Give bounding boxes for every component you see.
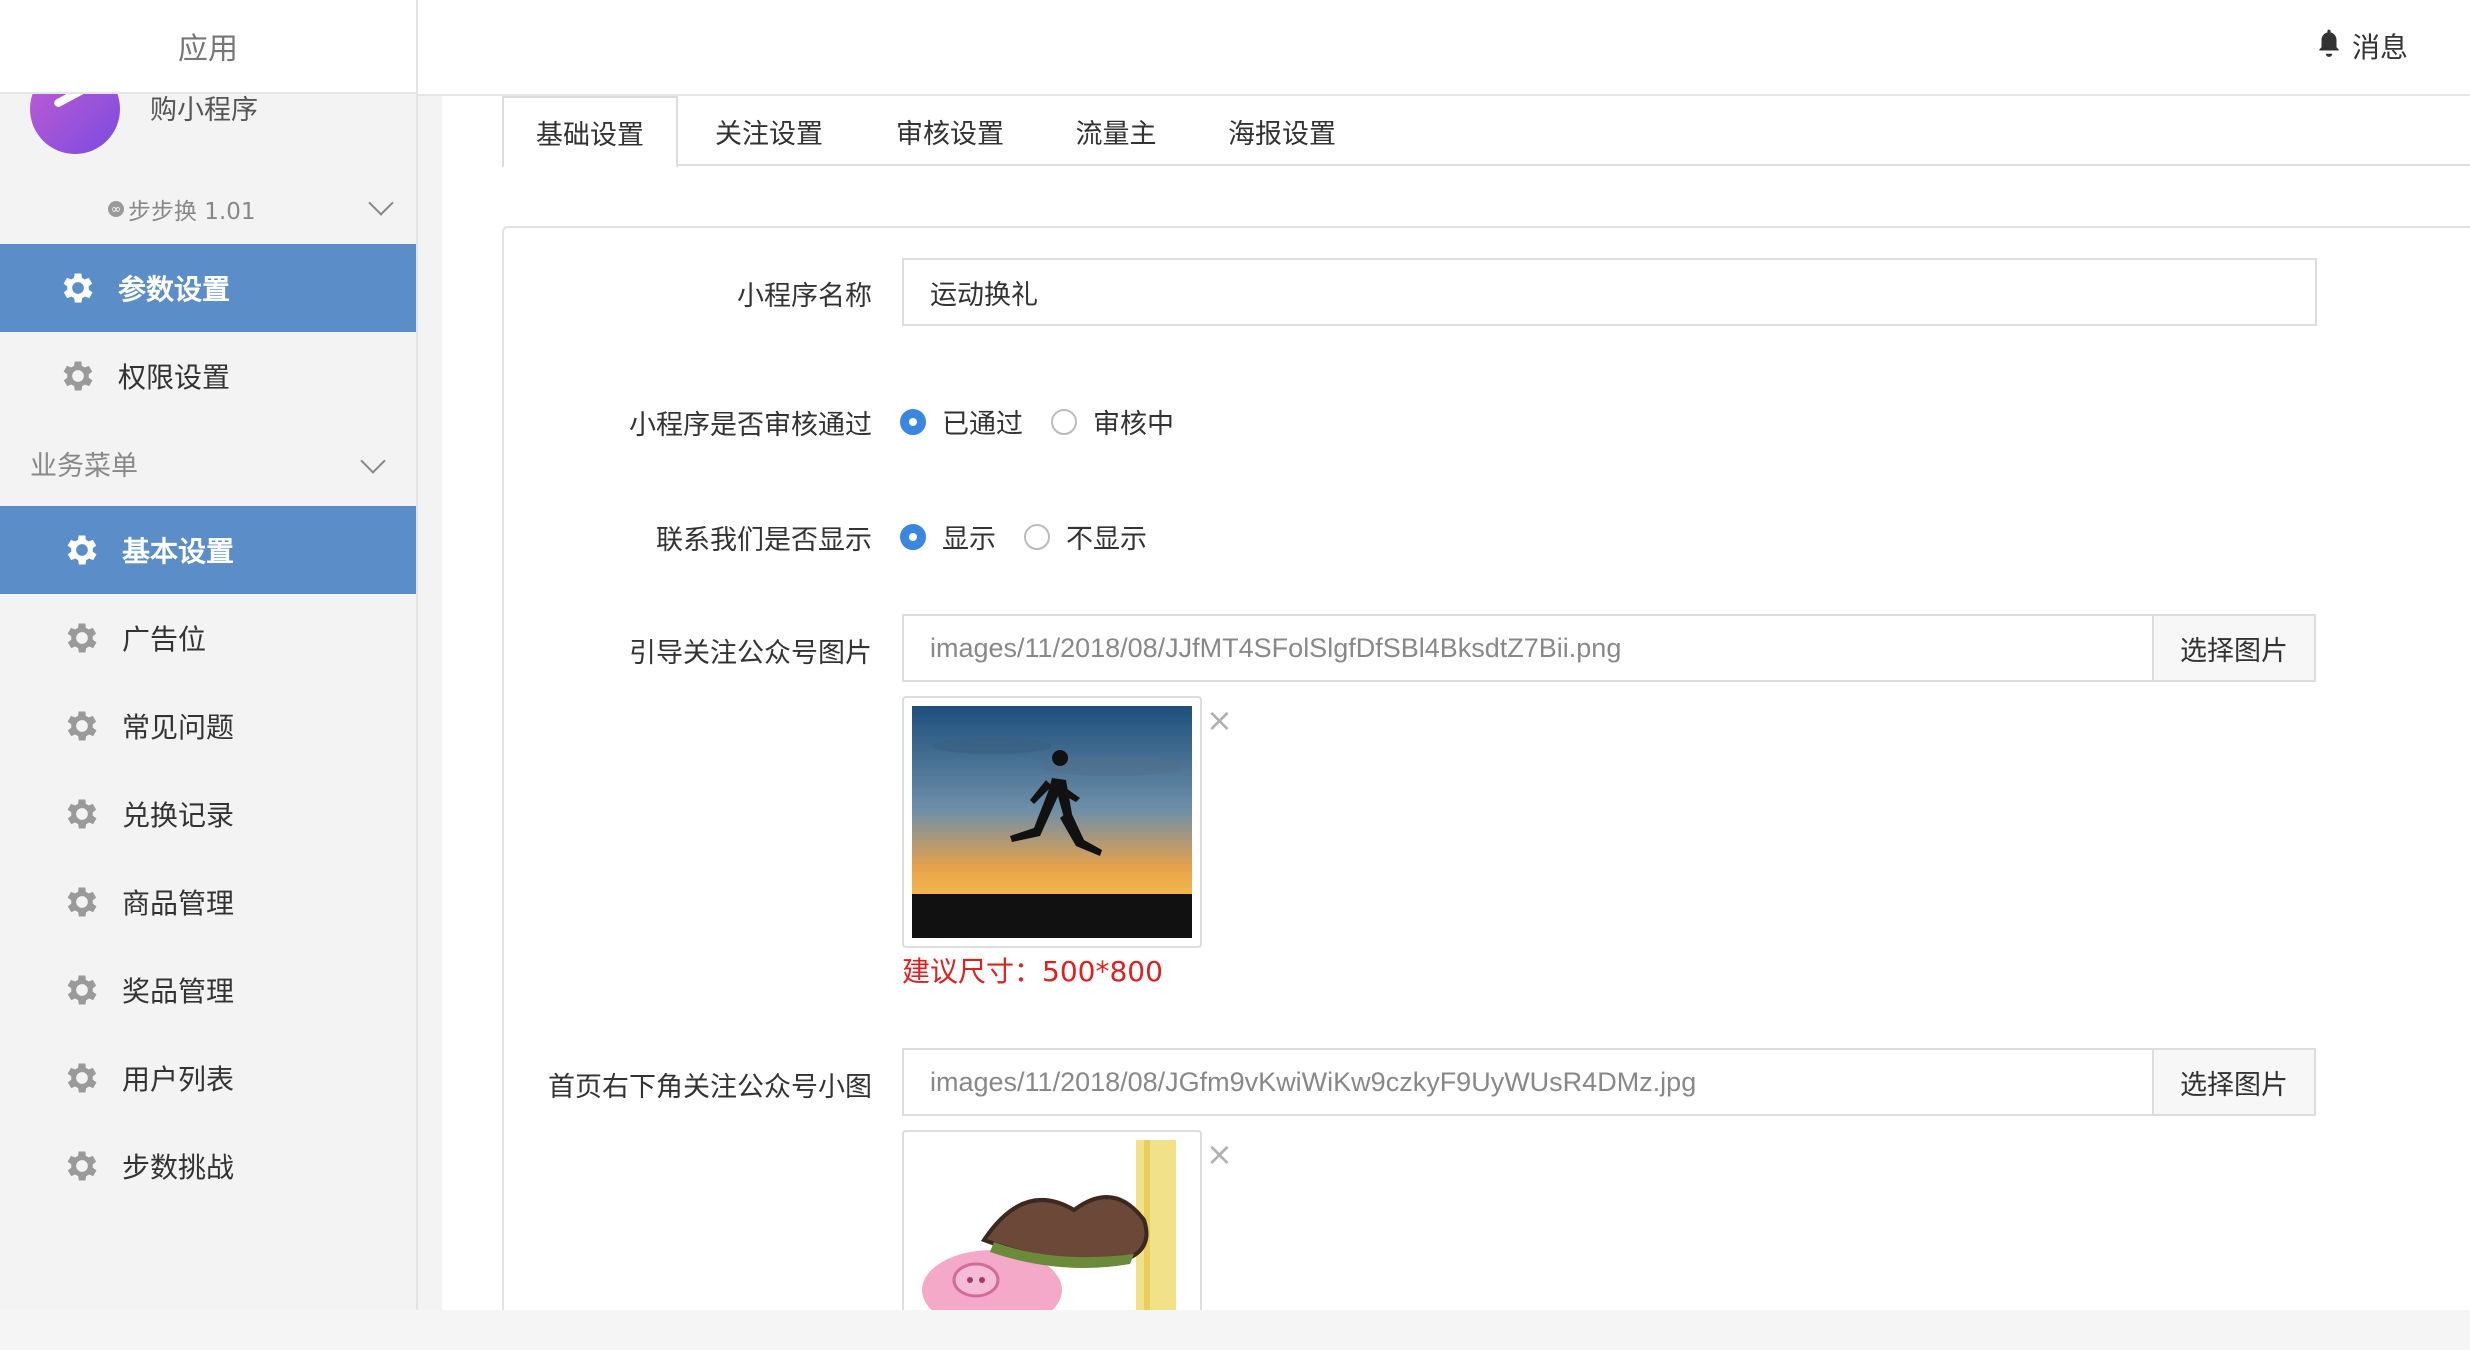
tab-label: 关注设置: [715, 118, 823, 150]
tab-follow-settings[interactable]: 关注设置: [678, 96, 860, 166]
top-bar: 消息: [418, 0, 2470, 96]
sidebar-item-label: 步数挑战: [122, 1151, 235, 1184]
gear-icon: [58, 356, 98, 396]
contact-label: 联系我们是否显示: [656, 525, 872, 556]
sidebar: 应用 购小程序 ∞ 步步换 1.01 参数设置 权限设置 业务菜单 基本设置 广…: [0, 0, 418, 1310]
sidebar-item-label: 基本设置: [122, 535, 235, 568]
corner-image-path-input[interactable]: images/11/2018/08/JGfm9vKwiWiKw9czkyF9Uy…: [904, 1050, 2152, 1114]
tab-label: 审核设置: [896, 118, 1004, 150]
business-menu-title: 业务菜单: [30, 450, 138, 482]
gear-icon: [62, 530, 102, 570]
sidebar-item-label: 权限设置: [118, 361, 231, 394]
gear-icon: [62, 706, 102, 746]
guide-image-thumbnail: [902, 696, 1202, 948]
gear-icon: [62, 1146, 102, 1186]
tab-basic-settings[interactable]: 基础设置: [502, 96, 678, 168]
content-gutter: [418, 96, 442, 1310]
contact-radio-group: 显示 不显示: [900, 517, 1175, 556]
contact-show-label: 显示: [942, 524, 996, 555]
corner-image-select-button[interactable]: 选择图片: [2152, 1050, 2314, 1114]
sidebar-item-label: 商品管理: [122, 887, 235, 920]
account-block: 购小程序 ∞ 步步换 1.01: [0, 64, 416, 244]
messages-label: 消息: [2351, 31, 2408, 64]
bell-icon: [2316, 28, 2342, 65]
sidebar-item-label: 奖品管理: [122, 975, 235, 1008]
audit-radio-group: 已通过 审核中: [900, 402, 1202, 441]
sidebar-item-label: 广告位: [122, 623, 207, 656]
corner-image-remove-icon[interactable]: ×: [1206, 1138, 1233, 1170]
corner-image-thumbnail: [902, 1130, 1202, 1320]
sidebar-item-prizes[interactable]: 奖品管理: [0, 946, 416, 1034]
guide-image-path-input[interactable]: images/11/2018/08/JJfMT4SFolSlgfDfSBl4Bk…: [904, 616, 2152, 680]
tab-traffic-master[interactable]: 流量主: [1040, 96, 1192, 166]
sidebar-item-basic-settings[interactable]: 基本设置: [0, 506, 416, 594]
tab-poster-settings[interactable]: 海报设置: [1192, 96, 1372, 166]
gear-icon: [62, 882, 102, 922]
guide-image-size-hint: 建议尺寸：500*800: [902, 955, 1163, 988]
sidebar-item-label: 用户列表: [122, 1063, 235, 1096]
gear-icon: [62, 618, 102, 658]
sidebar-item-params[interactable]: 参数设置: [0, 244, 416, 332]
guide-image-select-button[interactable]: 选择图片: [2152, 616, 2314, 680]
audit-pending-label: 审核中: [1093, 409, 1174, 440]
link-icon: ∞: [108, 201, 124, 217]
guide-image-label: 引导关注公众号图片: [629, 638, 872, 669]
audit-pending-radio[interactable]: [1051, 408, 1077, 435]
guide-image-remove-icon[interactable]: ×: [1206, 704, 1233, 736]
tab-audit-settings[interactable]: 审核设置: [860, 96, 1040, 166]
bottom-bar: [0, 1310, 2470, 1350]
contact-hide-radio[interactable]: [1024, 523, 1050, 550]
gear-icon: [62, 970, 102, 1010]
business-menu-header[interactable]: 业务菜单: [0, 420, 416, 506]
tab-label: 基础设置: [536, 119, 644, 151]
gear-icon: [62, 794, 102, 834]
sidebar-title: 应用: [0, 0, 416, 94]
audit-approved-radio[interactable]: [900, 408, 926, 435]
runner-sunset-image: [912, 706, 1192, 938]
sidebar-item-ads[interactable]: 广告位: [0, 594, 416, 682]
account-switch-label: 步步换 1.01: [128, 199, 256, 225]
name-input[interactable]: 运动换礼: [902, 258, 2317, 326]
account-switcher[interactable]: ∞ 步步换 1.01: [108, 192, 256, 226]
audit-label: 小程序是否审核通过: [629, 410, 872, 441]
name-label: 小程序名称: [737, 281, 872, 312]
corner-image-field: images/11/2018/08/JGfm9vKwiWiKw9czkyF9Uy…: [902, 1048, 2316, 1116]
corner-image-label: 首页右下角关注公众号小图: [548, 1072, 872, 1103]
sidebar-item-exchange-records[interactable]: 兑换记录: [0, 770, 416, 858]
settings-form-panel: [502, 226, 2470, 1316]
chevron-down-icon[interactable]: [368, 190, 394, 216]
cartoon-pig-image: [912, 1140, 1192, 1310]
settings-tabs: 基础设置 关注设置 审核设置 流量主 海报设置: [502, 96, 2470, 168]
sidebar-item-step-challenge[interactable]: 步数挑战: [0, 1122, 416, 1210]
sidebar-item-label: 兑换记录: [122, 799, 235, 832]
sidebar-item-users[interactable]: 用户列表: [0, 1034, 416, 1122]
messages-button[interactable]: 消息: [2316, 26, 2408, 66]
sidebar-item-faq[interactable]: 常见问题: [0, 682, 416, 770]
sidebar-item-permissions[interactable]: 权限设置: [0, 332, 416, 420]
sidebar-item-products[interactable]: 商品管理: [0, 858, 416, 946]
audit-approved-label: 已通过: [942, 409, 1023, 440]
tab-label: 流量主: [1075, 118, 1157, 150]
contact-show-radio[interactable]: [900, 523, 926, 550]
gear-icon: [58, 268, 98, 308]
sidebar-item-label: 参数设置: [118, 273, 231, 306]
guide-image-field: images/11/2018/08/JJfMT4SFolSlgfDfSBl4Bk…: [902, 614, 2316, 682]
tab-label: 海报设置: [1228, 118, 1336, 150]
sidebar-item-label: 常见问题: [122, 711, 235, 744]
contact-hide-label: 不显示: [1066, 524, 1147, 555]
gear-icon: [62, 1058, 102, 1098]
